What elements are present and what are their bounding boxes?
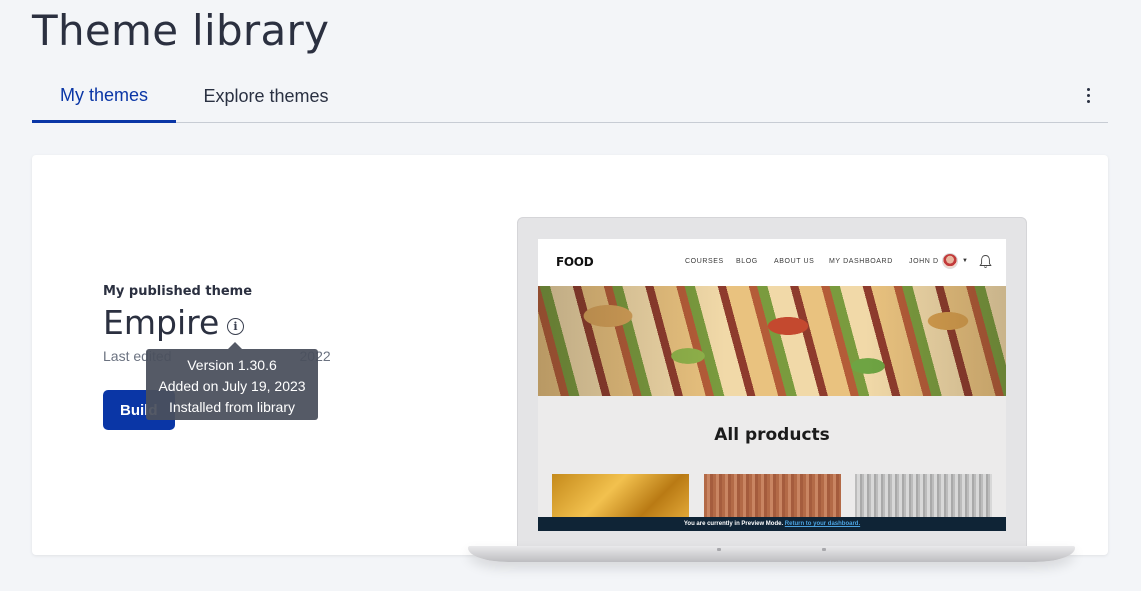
- tooltip-version: Version 1.30.6: [187, 357, 277, 373]
- preview-hero-image: [538, 286, 1006, 396]
- theme-preview-screen: FOOD COURSES BLOG ABOUT US MY DASHBOARD …: [538, 239, 1006, 531]
- preview-heading: All products: [714, 425, 830, 445]
- info-icon[interactable]: i: [227, 318, 244, 335]
- bell-icon[interactable]: [979, 254, 992, 269]
- tab-explore-themes[interactable]: Explore themes: [182, 70, 350, 123]
- preview-mode-banner: You are currently in Preview Mode. Retur…: [538, 517, 1006, 531]
- published-theme-label: My published theme: [103, 284, 253, 299]
- preview-logo: FOOD: [556, 255, 594, 269]
- preview-nav-courses[interactable]: COURSES: [685, 258, 724, 265]
- kebab-menu-icon[interactable]: [1080, 84, 1096, 106]
- theme-name: Empire: [103, 303, 220, 342]
- caret-down-icon[interactable]: ▼: [962, 258, 968, 264]
- laptop-base: [468, 546, 1075, 562]
- preview-navbar: FOOD COURSES BLOG ABOUT US MY DASHBOARD …: [538, 239, 1006, 286]
- preview-nav-blog[interactable]: BLOG: [736, 258, 758, 265]
- tooltip-source: Installed from library: [168, 399, 296, 415]
- tab-my-themes[interactable]: My themes: [32, 70, 176, 123]
- preview-mode-text: You are currently in Preview Mode.: [683, 521, 784, 527]
- tooltip-added-date: Added on July 19, 2023: [158, 378, 306, 394]
- preview-nav-user[interactable]: JOHN D: [909, 258, 939, 265]
- return-dashboard-link[interactable]: Return to your dashboard.: [785, 521, 860, 527]
- avatar[interactable]: [942, 253, 958, 269]
- page-title: Theme library: [32, 6, 330, 55]
- tab-bar: My themes Explore themes: [32, 70, 1108, 123]
- preview-nav-dashboard[interactable]: MY DASHBOARD: [829, 258, 893, 265]
- version-tooltip: Version 1.30.6 Added on July 19, 2023 In…: [146, 342, 318, 420]
- preview-nav-about[interactable]: ABOUT US: [774, 258, 814, 265]
